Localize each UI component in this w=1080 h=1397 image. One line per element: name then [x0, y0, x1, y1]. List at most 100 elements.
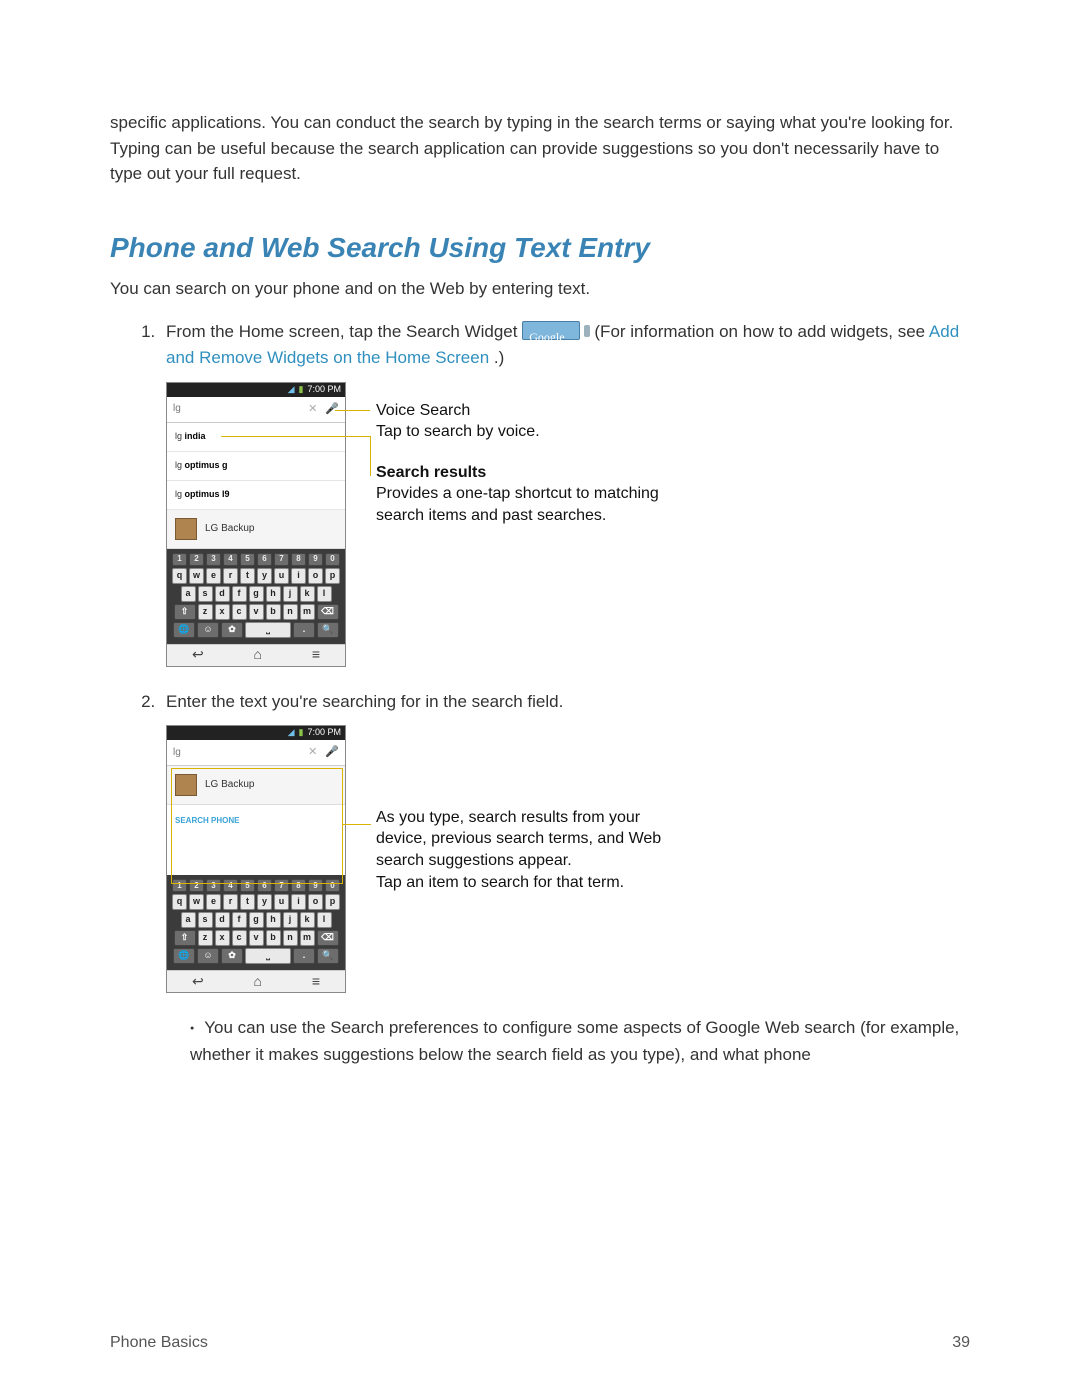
key-o: o: [308, 568, 323, 584]
mic-icon: 🎤: [325, 744, 339, 761]
settings-key: ✿: [221, 948, 243, 964]
app-name: LG Backup: [205, 521, 254, 537]
key-a: a: [181, 912, 196, 928]
key-g: g: [249, 912, 264, 928]
key-c: c: [232, 930, 247, 946]
key-m: m: [300, 604, 315, 620]
key-4: 4: [223, 553, 238, 566]
key-k: k: [300, 586, 315, 602]
globe-key: 🌐: [173, 622, 195, 638]
step-2: Enter the text you're searching for in t…: [160, 689, 970, 1068]
step2-bullet: You can use the Search preferences to co…: [190, 1015, 970, 1068]
key-a: a: [181, 586, 196, 602]
settings-key: ✿: [221, 622, 243, 638]
signal-icon: ◢: [288, 383, 295, 397]
key-b: b: [266, 604, 281, 620]
clear-icon: ✕: [308, 744, 317, 761]
key-b: b: [266, 930, 281, 946]
page-footer: Phone Basics 39: [110, 1334, 970, 1352]
home-icon: ⌂: [254, 971, 262, 993]
key-j: j: [283, 586, 298, 602]
callout-search-results-title: Search results: [376, 464, 486, 481]
callout-voice-search-title: Voice Search: [376, 400, 540, 422]
step2-text: Enter the text you're searching for in t…: [166, 692, 563, 711]
key-9: 9: [308, 553, 323, 566]
key-t: t: [240, 568, 255, 584]
key-u: u: [274, 568, 289, 584]
battery-icon: ▮: [299, 726, 304, 740]
suggestion-3: lg optimus l9: [167, 481, 345, 510]
key-m: m: [300, 930, 315, 946]
status-bar-2: ◢ ▮ 7:00 PM: [167, 726, 345, 740]
key-r: r: [223, 568, 238, 584]
key-s: s: [198, 586, 213, 602]
callout-voice-search-body: Tap to search by voice.: [376, 421, 540, 443]
period-key: .: [293, 948, 315, 964]
step1-text-a: From the Home screen, tap the Search Wid…: [166, 322, 522, 341]
nav-bar-2: ↩ ⌂ ≡: [167, 970, 345, 992]
space-key: ⎵: [245, 948, 291, 964]
footer-section: Phone Basics: [110, 1334, 208, 1352]
search-bar: lg ✕ 🎤: [167, 397, 345, 423]
shift-key: ⇧: [174, 604, 196, 620]
step2-sublist: You can use the Search preferences to co…: [190, 1015, 970, 1068]
key-k: k: [300, 912, 315, 928]
key-c: c: [232, 604, 247, 620]
key-6: 6: [257, 553, 272, 566]
intro-paragraph: specific applications. You can conduct t…: [110, 110, 970, 187]
emoji-key: ☺: [197, 948, 219, 964]
key-f: f: [232, 912, 247, 928]
key-e: e: [206, 894, 221, 910]
keyboard: 1234567890 qwertyuiop asdfghjkl ⇧zxcvbnm…: [167, 549, 345, 644]
key-p: p: [325, 894, 340, 910]
search-key: 🔍: [317, 948, 339, 964]
backspace-key: ⌫: [317, 930, 339, 946]
key-2: 2: [189, 879, 204, 892]
key-5: 5: [240, 879, 255, 892]
key-v: v: [249, 930, 264, 946]
key-7: 7: [274, 879, 289, 892]
app-result-2: LG Backup: [167, 766, 345, 805]
menu-icon: ≡: [312, 971, 320, 993]
battery-icon: ▮: [299, 383, 304, 397]
key-4: 4: [223, 879, 238, 892]
back-icon: ↩: [192, 644, 204, 666]
key-n: n: [283, 930, 298, 946]
app-icon: [175, 518, 197, 540]
key-j: j: [283, 912, 298, 928]
signal-icon: ◢: [288, 726, 295, 740]
key-3: 3: [206, 553, 221, 566]
key-q: q: [172, 568, 187, 584]
key-d: d: [215, 912, 230, 928]
back-icon: ↩: [192, 971, 204, 993]
key-n: n: [283, 604, 298, 620]
clear-icon: ✕: [308, 401, 317, 418]
key-z: z: [198, 604, 213, 620]
app-name-2: LG Backup: [205, 777, 254, 793]
key-h: h: [266, 912, 281, 928]
key-5: 5: [240, 553, 255, 566]
key-x: x: [215, 604, 230, 620]
keyboard-2: 1234567890 qwertyuiop asdfghjkl ⇧zxcvbnm…: [167, 875, 345, 970]
key-v: v: [249, 604, 264, 620]
key-8: 8: [291, 879, 306, 892]
steps-list: From the Home screen, tap the Search Wid…: [110, 319, 970, 1068]
figure-2: ◢ ▮ 7:00 PM lg ✕ 🎤 LG Backup: [166, 725, 970, 993]
key-h: h: [266, 586, 281, 602]
app-result: LG Backup: [167, 510, 345, 549]
key-z: z: [198, 930, 213, 946]
search-query: lg: [173, 401, 181, 417]
key-8: 8: [291, 553, 306, 566]
step1-text-c: .): [494, 348, 504, 367]
nav-bar: ↩ ⌂ ≡: [167, 644, 345, 666]
shift-key: ⇧: [174, 930, 196, 946]
step1-text-b: . (For information on how to add widgets…: [585, 322, 929, 341]
search-bar-2: lg ✕ 🎤: [167, 740, 345, 766]
footer-page-number: 39: [952, 1334, 970, 1352]
key-6: 6: [257, 879, 272, 892]
status-bar: ◢ ▮ 7:00 PM: [167, 383, 345, 397]
key-2: 2: [189, 553, 204, 566]
key-i: i: [291, 568, 306, 584]
key-1: 1: [172, 879, 187, 892]
key-3: 3: [206, 879, 221, 892]
